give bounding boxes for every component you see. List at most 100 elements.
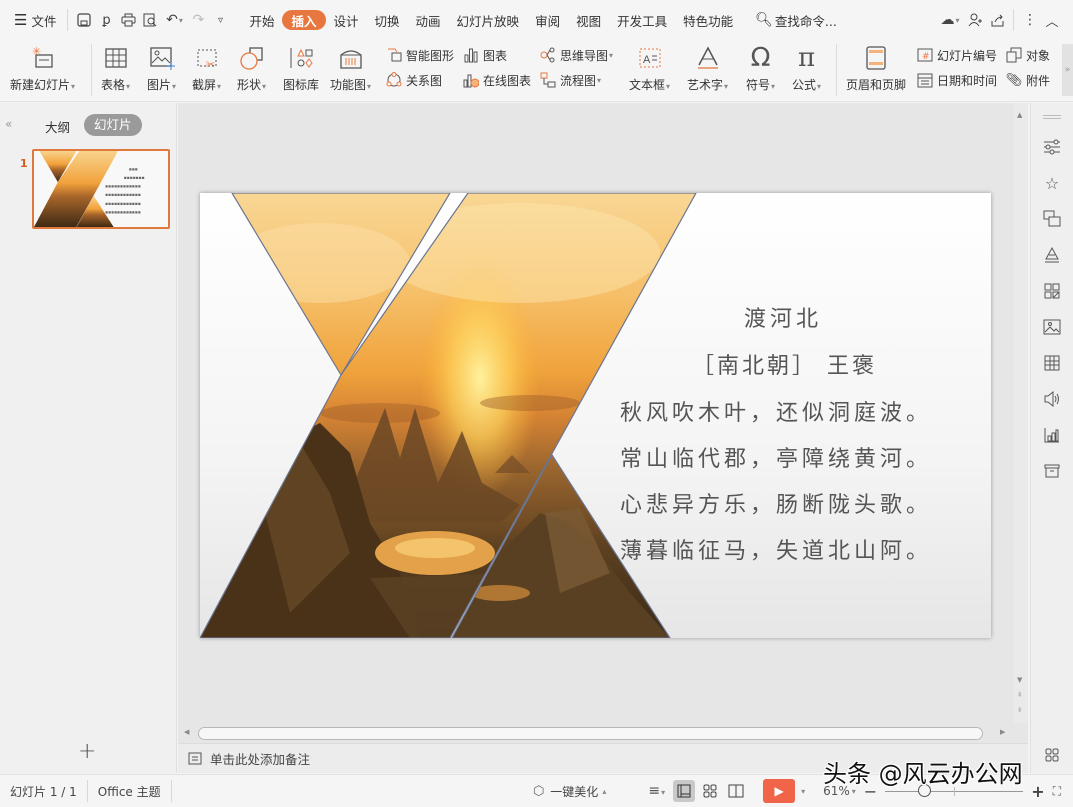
calendar-icon xyxy=(916,71,934,89)
tab-developer[interactable]: 开发工具 xyxy=(609,8,675,32)
poem-line-1[interactable]: 秋风吹木叶，还似洞庭波。 xyxy=(620,395,932,427)
function-chart-icon xyxy=(338,42,364,74)
scroll-left-arrow[interactable]: ◀ xyxy=(184,728,189,736)
slide-number-button[interactable]: # 幻灯片编号 xyxy=(916,44,997,66)
undo-icon[interactable]: ↶ ▾ xyxy=(161,9,187,31)
command-search[interactable]: 🔍︎ 查找命令... xyxy=(749,8,843,32)
header-footer-button[interactable]: 页眉和页脚 xyxy=(846,42,906,93)
zoom-in-button[interactable]: + xyxy=(1031,782,1044,801)
attachment-button[interactable]: 📎︎ 附件 xyxy=(1005,69,1050,91)
collapse-panel-icon[interactable]: « xyxy=(5,117,12,131)
date-time-button[interactable]: 日期和时间 xyxy=(916,69,997,91)
shape-icon xyxy=(239,42,265,74)
poem-line-4[interactable]: 薄暮临征马，失道北山阿。 xyxy=(620,533,932,565)
tab-home[interactable]: 开始 xyxy=(241,8,282,32)
more-options-icon[interactable]: ⋮ xyxy=(1019,9,1041,31)
screenshot-button[interactable]: ✂ 截屏▾ xyxy=(192,42,221,93)
tab-slides[interactable]: 幻灯片 xyxy=(84,114,142,136)
print-icon[interactable] xyxy=(117,9,139,31)
wordart-icon xyxy=(695,42,721,74)
picture-label: 图片 xyxy=(147,78,172,92)
tab-slideshow[interactable]: 幻灯片放映 xyxy=(449,8,528,32)
flowchart-button[interactable]: 流程图 ▾ xyxy=(539,69,601,91)
formula-button[interactable]: π 公式▾ xyxy=(792,42,821,93)
textbox-icon: A xyxy=(637,42,663,74)
poem-author[interactable]: ［南北朝］ 王褒 xyxy=(692,348,877,380)
slide[interactable]: 渡河北 ［南北朝］ 王褒 秋风吹木叶，还似洞庭波。 常山临代郡，亭障绕黄河。 心… xyxy=(200,193,991,638)
chart-pane-icon[interactable] xyxy=(1042,425,1062,445)
play-options-dropdown[interactable]: ▾ xyxy=(801,787,805,796)
prev-slide-arrow[interactable]: ⇞ xyxy=(1017,691,1023,699)
hash-icon: # xyxy=(916,46,934,64)
horizontal-scrollbar[interactable]: ◀ ▶ xyxy=(178,725,1014,743)
task-pane-handle[interactable] xyxy=(1043,115,1061,119)
add-slide-button[interactable]: + xyxy=(78,739,96,764)
scroll-down-arrow[interactable]: ▼ xyxy=(1017,676,1022,684)
fit-window-icon[interactable]: ⛶ xyxy=(1053,784,1061,799)
poem-title[interactable]: 渡河北 xyxy=(744,301,822,333)
wordart-button[interactable]: 艺术字▾ xyxy=(687,42,728,93)
tab-outline[interactable]: 大纲 xyxy=(45,117,70,136)
slide-transition-icon[interactable] xyxy=(1042,209,1062,229)
cloud-sync-icon[interactable]: ☁ ▾ xyxy=(936,9,964,31)
table-pane-icon[interactable] xyxy=(1042,353,1062,373)
next-slide-arrow[interactable]: ⇟ xyxy=(1017,706,1023,714)
object-button[interactable]: 对象 xyxy=(1005,44,1050,66)
share-icon[interactable] xyxy=(986,9,1008,31)
online-chart-button[interactable]: 在线图表 xyxy=(462,69,531,91)
properties-icon[interactable] xyxy=(1042,137,1062,157)
custom-animation-icon[interactable]: ☆ xyxy=(1042,173,1062,193)
icon-library-button[interactable]: 图标库 xyxy=(283,42,319,93)
shape-button[interactable]: 形状▾ xyxy=(237,42,266,93)
tab-animations[interactable]: 动画 xyxy=(408,8,449,32)
smart-art-button[interactable]: 智能图形 xyxy=(385,44,454,66)
wordart-label: 艺术字 xyxy=(687,78,724,92)
archive-icon[interactable] xyxy=(1042,461,1062,481)
customize-qa-icon[interactable]: ▿ xyxy=(209,9,231,31)
file-menu[interactable]: ☰ 文件 xyxy=(8,8,62,32)
vertical-scrollbar[interactable]: ▲ ▼ ⇞ ⇟ xyxy=(1014,103,1028,723)
reading-view-button[interactable] xyxy=(725,780,747,802)
design-icon[interactable] xyxy=(1042,245,1062,265)
beautify-button[interactable]: ⬡ 一键美化 ▴ xyxy=(533,783,606,800)
print-preview-icon[interactable] xyxy=(139,9,161,31)
symbol-button[interactable]: Ω 符号▾ xyxy=(746,42,775,93)
new-slide-button[interactable]: ✳ 新建幻灯片▾ xyxy=(10,42,75,93)
tab-features[interactable]: 特色功能 xyxy=(675,8,741,32)
relation-chart-button[interactable]: 关系图 xyxy=(385,69,442,91)
tab-design[interactable]: 设计 xyxy=(326,8,367,32)
tab-view[interactable]: 视图 xyxy=(568,8,609,32)
layout-icon[interactable] xyxy=(1042,281,1062,301)
more-panes-icon[interactable] xyxy=(1042,745,1062,765)
poem-line-2[interactable]: 常山临代郡，亭障绕黄河。 xyxy=(620,441,932,473)
poem-line-3[interactable]: 心悲异方乐，肠断陇头歌。 xyxy=(620,487,932,519)
save-icon[interactable] xyxy=(73,9,95,31)
scroll-up-arrow[interactable]: ▲ xyxy=(1017,111,1022,119)
theme-name[interactable]: Office 主题 xyxy=(98,783,161,800)
audio-icon[interactable] xyxy=(1042,389,1062,409)
slide-thumbnail[interactable]: ▪▪▪ ▪▪▪▪▪▪▪ ▪▪▪▪▪▪▪▪▪▪▪▪ ▪▪▪▪▪▪▪▪▪▪▪▪ ▪▪▪▪… xyxy=(32,149,170,229)
play-slideshow-button[interactable]: ▶ xyxy=(763,779,796,803)
normal-view-button[interactable] xyxy=(673,780,696,802)
horizontal-scroll-thumb[interactable] xyxy=(198,727,983,740)
format-painter-icon[interactable]: ꝑ xyxy=(95,9,117,31)
slide-sorter-button[interactable] xyxy=(699,780,721,802)
collapse-ribbon-icon[interactable]: ︿ xyxy=(1041,9,1063,31)
function-chart-button[interactable]: 功能图▾ xyxy=(330,42,371,93)
tab-insert[interactable]: 插入 xyxy=(282,10,326,30)
redo-icon[interactable]: ↷ xyxy=(187,9,209,31)
mind-map-button[interactable]: 思维导图 ▾ xyxy=(539,44,613,66)
tab-review[interactable]: 审阅 xyxy=(527,8,568,32)
tab-transitions[interactable]: 切换 xyxy=(367,8,408,32)
textbox-button[interactable]: A 文本框▾ xyxy=(629,42,670,93)
ribbon-scroll-right[interactable]: » xyxy=(1062,44,1073,96)
relation-chart-icon xyxy=(385,71,403,89)
notes-toggle-icon[interactable]: ≡▾ xyxy=(648,783,665,799)
scroll-right-arrow[interactable]: ▶ xyxy=(1000,728,1005,736)
picture-pane-icon[interactable] xyxy=(1042,317,1062,337)
picture-button[interactable]: 图片▾ xyxy=(147,42,176,93)
add-user-icon[interactable] xyxy=(964,9,986,31)
table-button[interactable]: 表格▾ xyxy=(101,42,130,93)
chart-button[interactable]: 图表 xyxy=(462,44,507,66)
svg-text:▪▪▪▪▪▪▪▪▪▪▪▪: ▪▪▪▪▪▪▪▪▪▪▪▪ xyxy=(105,210,141,215)
